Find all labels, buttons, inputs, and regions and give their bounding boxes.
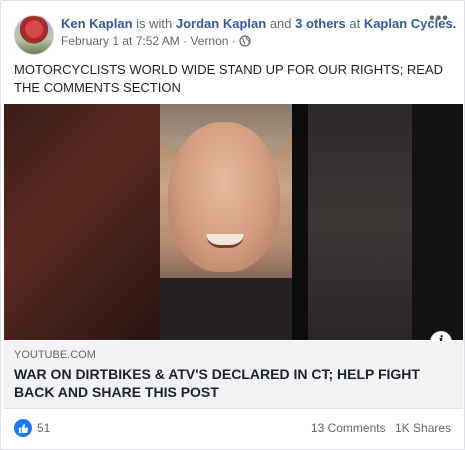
post-header: Ken Kaplan is with Jordan Kaplan and 3 o… [14,11,456,57]
thumbnail-panel-left [4,104,160,340]
post-body-text: MOTORCYCLISTS WORLD WIDE STAND UP FOR OU… [14,62,444,95]
more-options-button[interactable]: ••• [426,11,452,31]
post-byline: Ken Kaplan is with Jordan Kaplan and 3 o… [61,15,456,32]
shares-count[interactable]: 1K Shares [395,421,451,435]
link-preview[interactable]: YOUTUBE.COM WAR ON DIRTBIKES & ATV'S DEC… [4,341,463,409]
with-text: is with [136,16,173,31]
thumbnail-mouth [206,234,244,248]
thumbnail-face [168,122,280,272]
post-stats: 51 13 Comments 1K Shares [14,417,451,439]
globe-icon [239,35,251,51]
comments-count[interactable]: 13 Comments [311,421,386,435]
post-meta: February 1 at 7:52 AM · Vernon · [61,33,414,51]
post-location[interactable]: Vernon [190,34,228,48]
post-card: Ken Kaplan is with Jordan Kaplan and 3 o… [0,0,465,450]
thumbnail-jacket [160,278,292,340]
thumbnail-panel-center [160,104,292,340]
thumbnail-divider [292,104,308,340]
like-reaction-icon[interactable] [14,419,32,437]
link-domain: YOUTUBE.COM [14,349,96,361]
post-timestamp[interactable]: February 1 at 7:52 AM [61,34,180,48]
author-link[interactable]: Ken Kaplan [61,16,133,31]
link-title[interactable]: WAR ON DIRTBIKES & ATV'S DECLARED IN CT;… [14,365,423,401]
at-text: at [349,16,361,31]
thumbnail-panel-right [308,104,412,340]
video-thumbnail[interactable] [4,104,463,340]
engagement-counts: 13 Comments 1K Shares [305,421,451,435]
and-text: and [269,16,292,31]
like-count[interactable]: 51 [37,421,50,435]
post-header-text: Ken Kaplan is with Jordan Kaplan and 3 o… [61,15,456,51]
tagged-person-link[interactable]: Jordan Kaplan [176,16,266,31]
meta-separator-2: · [231,34,236,48]
others-link[interactable]: 3 others [295,16,346,31]
author-avatar[interactable] [14,15,54,55]
thumbnail-panel-edge [412,104,463,340]
meta-separator: · [183,34,188,48]
